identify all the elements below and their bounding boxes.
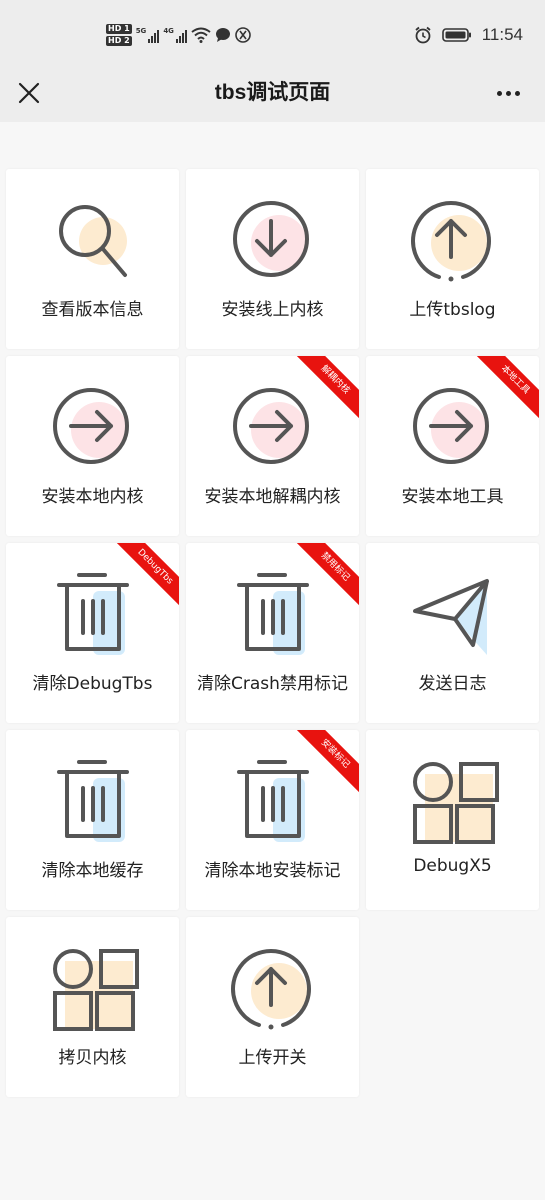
upload-circle-icon — [230, 948, 311, 1030]
tile-label: 发送日志 — [418, 674, 487, 694]
tile-label: 安装本地工具 — [401, 487, 504, 507]
trash-icon — [56, 573, 129, 655]
upload-circle-icon — [410, 200, 491, 282]
tile-install-local-tools[interactable]: 本地工具 安装本地工具 — [366, 356, 539, 536]
tile-label: 上传tbslog — [409, 300, 496, 320]
tile-send-log[interactable]: 发送日志 — [366, 543, 539, 723]
signal-icon-2: 4G — [163, 27, 187, 43]
nav-bar: tbs调试页面 — [0, 68, 545, 122]
status-right: 11:54 — [414, 22, 523, 48]
tile-label: 清除本地安装标记 — [204, 861, 341, 881]
wifi-icon — [191, 27, 211, 43]
tile-clear-crash-disable-flag[interactable]: 禁用标记 清除Crash禁用标记 — [186, 543, 359, 723]
more-dot-icon — [505, 90, 511, 96]
download-circle-icon — [232, 201, 309, 277]
hd-indicators: HD 1 HD 2 — [106, 24, 132, 46]
status-bar: HD 1 HD 2 5G 4G 11:54 — [0, 0, 545, 68]
alarm-icon — [415, 26, 431, 44]
status-left: HD 1 HD 2 5G 4G — [106, 20, 251, 50]
tile-copy-kernel[interactable]: 拷贝内核 — [6, 917, 179, 1097]
more-dot-icon — [496, 90, 502, 96]
tile-label: 拷贝内核 — [58, 1048, 127, 1068]
tile-install-online-kernel[interactable]: 安装线上内核 — [186, 169, 359, 349]
paper-plane-icon — [412, 579, 489, 655]
page-title: tbs调试页面 — [214, 81, 331, 104]
tile-label: DebugX5 — [413, 856, 492, 876]
tile-label: 清除本地缓存 — [41, 861, 144, 881]
tile-upload-tbslog[interactable]: 上传tbslog — [366, 169, 539, 349]
tile-install-local-kernel[interactable]: 安装本地内核 — [6, 356, 179, 536]
tile-upload-switch[interactable]: 上传开关 — [186, 917, 359, 1097]
arrow-right-circle-icon — [232, 388, 309, 464]
trash-icon — [236, 760, 309, 842]
tile-clear-debugtbs[interactable]: DebugTbs 清除DebugTbs — [6, 543, 179, 723]
status-time: 11:54 — [481, 25, 523, 44]
tile-label: 安装本地内核 — [41, 487, 144, 507]
tile-clear-local-install-flag[interactable]: 安装标记 清除本地安装标记 — [186, 730, 359, 910]
arrow-right-circle-icon — [412, 388, 489, 464]
grid-apps-icon — [412, 762, 499, 844]
tile-debugx5[interactable]: DebugX5 — [366, 730, 539, 910]
tile-label: 安装本地解耦内核 — [204, 487, 341, 507]
hd2-badge: HD 2 — [106, 36, 132, 46]
tile-view-version[interactable]: 查看版本信息 — [6, 169, 179, 349]
vpn-icon — [235, 27, 251, 43]
trash-icon — [56, 760, 129, 842]
signal-5g-label: 5G — [135, 27, 147, 35]
arrow-right-circle-icon — [52, 388, 129, 464]
tile-label: 查看版本信息 — [41, 300, 144, 320]
message-icon — [215, 28, 230, 42]
hd1-badge: HD 1 — [106, 24, 132, 34]
grid-apps-icon — [52, 949, 139, 1031]
signal-icon: 5G — [136, 27, 160, 43]
tile-label: 清除Crash禁用标记 — [197, 674, 348, 694]
battery-icon — [441, 28, 471, 42]
tool-grid: 查看版本信息 安装线上内核 上传tbslog 安装本地内核 解耦内核 安装本地解… — [0, 122, 545, 1200]
search-icon — [58, 205, 127, 277]
tile-install-local-decoupled-kernel[interactable]: 解耦内核 安装本地解耦内核 — [186, 356, 359, 536]
tile-label: 上传开关 — [238, 1048, 307, 1068]
more-options-button[interactable] — [493, 80, 523, 106]
trash-icon — [236, 573, 309, 655]
tile-label: 安装线上内核 — [221, 300, 324, 320]
more-dot-icon — [514, 90, 520, 96]
tile-clear-local-cache[interactable]: 清除本地缓存 — [6, 730, 179, 910]
signal-4g-label: 4G — [163, 27, 174, 35]
tile-label: 清除DebugTbs — [32, 674, 153, 694]
